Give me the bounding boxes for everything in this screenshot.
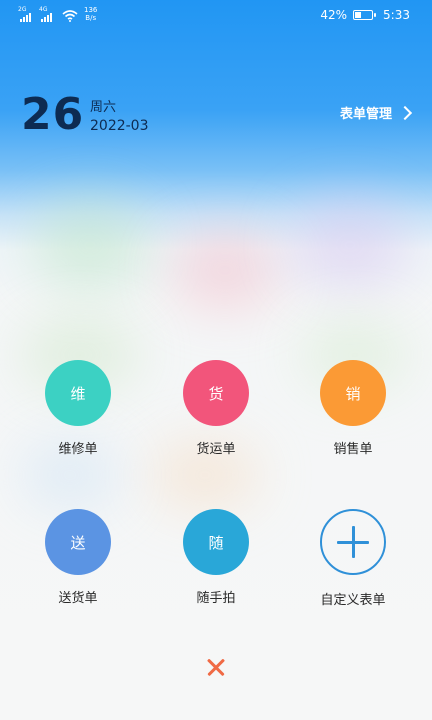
date-day: 26: [21, 89, 85, 140]
status-bar-right: 42% 5:33: [320, 8, 410, 22]
repair-icon[interactable]: 维: [45, 360, 111, 426]
signal-icon: 4G: [39, 7, 52, 22]
snapshot-icon[interactable]: 随: [183, 509, 249, 575]
delivery-icon-glyph: 送: [70, 533, 86, 552]
status-bar: 2G 4G 136 B/s 42% 5:33: [0, 0, 432, 30]
form-item-repair[interactable]: 维 维修单: [28, 360, 128, 457]
date-year-month: 2022-03: [90, 118, 149, 134]
form-item-label: 自定义表单: [320, 593, 386, 608]
network-speed: 136 B/s: [84, 6, 97, 22]
freight-icon-glyph: 货: [208, 384, 224, 403]
form-management-label: 表单管理: [339, 107, 392, 122]
sim-tag: 2G: [18, 6, 27, 13]
battery-icon: [353, 10, 377, 20]
form-management-link[interactable]: 表单管理: [339, 103, 413, 122]
form-item-custom[interactable]: 自定义表单: [303, 509, 403, 608]
sales-icon[interactable]: 销: [320, 360, 386, 426]
form-item-label: 货运单: [196, 442, 236, 457]
repair-icon-glyph: 维: [70, 384, 86, 403]
battery-percent: 42%: [320, 8, 348, 22]
form-item-label: 随手拍: [196, 591, 236, 606]
wifi-icon: [62, 10, 78, 22]
form-item-label: 送货单: [58, 591, 98, 606]
network-speed-value: 136: [84, 6, 98, 14]
form-item-label: 维修单: [58, 442, 98, 457]
sales-icon-glyph: 销: [345, 384, 361, 403]
form-item-label: 销售单: [333, 442, 373, 457]
network-speed-unit: B/s: [85, 14, 97, 22]
freight-icon[interactable]: 货: [183, 360, 249, 426]
signal-icon: 2G: [18, 7, 31, 22]
close-icon[interactable]: [205, 656, 227, 678]
form-item-delivery[interactable]: 送 送货单: [28, 509, 128, 606]
background-blur: [30, 200, 150, 290]
sim-tag: 4G: [39, 6, 48, 13]
clock: 5:33: [383, 8, 410, 22]
battery-level: [355, 12, 362, 18]
form-launcher-screen: 2G 4G 136 B/s 42% 5:33 26 周六 2022-03 表单管…: [0, 0, 432, 720]
background-blur: [170, 230, 280, 310]
form-item-sales[interactable]: 销 销售单: [303, 360, 403, 457]
delivery-icon[interactable]: 送: [45, 509, 111, 575]
chevron-right-icon: [397, 105, 413, 120]
date-weekday: 周六: [90, 100, 117, 115]
status-bar-left: 2G 4G 136 B/s: [18, 6, 97, 22]
plus-icon[interactable]: [320, 509, 386, 575]
snapshot-icon-glyph: 随: [208, 533, 224, 552]
form-item-freight[interactable]: 货 货运单: [166, 360, 266, 457]
form-item-snapshot[interactable]: 随 随手拍: [166, 509, 266, 606]
background-blur: [290, 200, 410, 290]
